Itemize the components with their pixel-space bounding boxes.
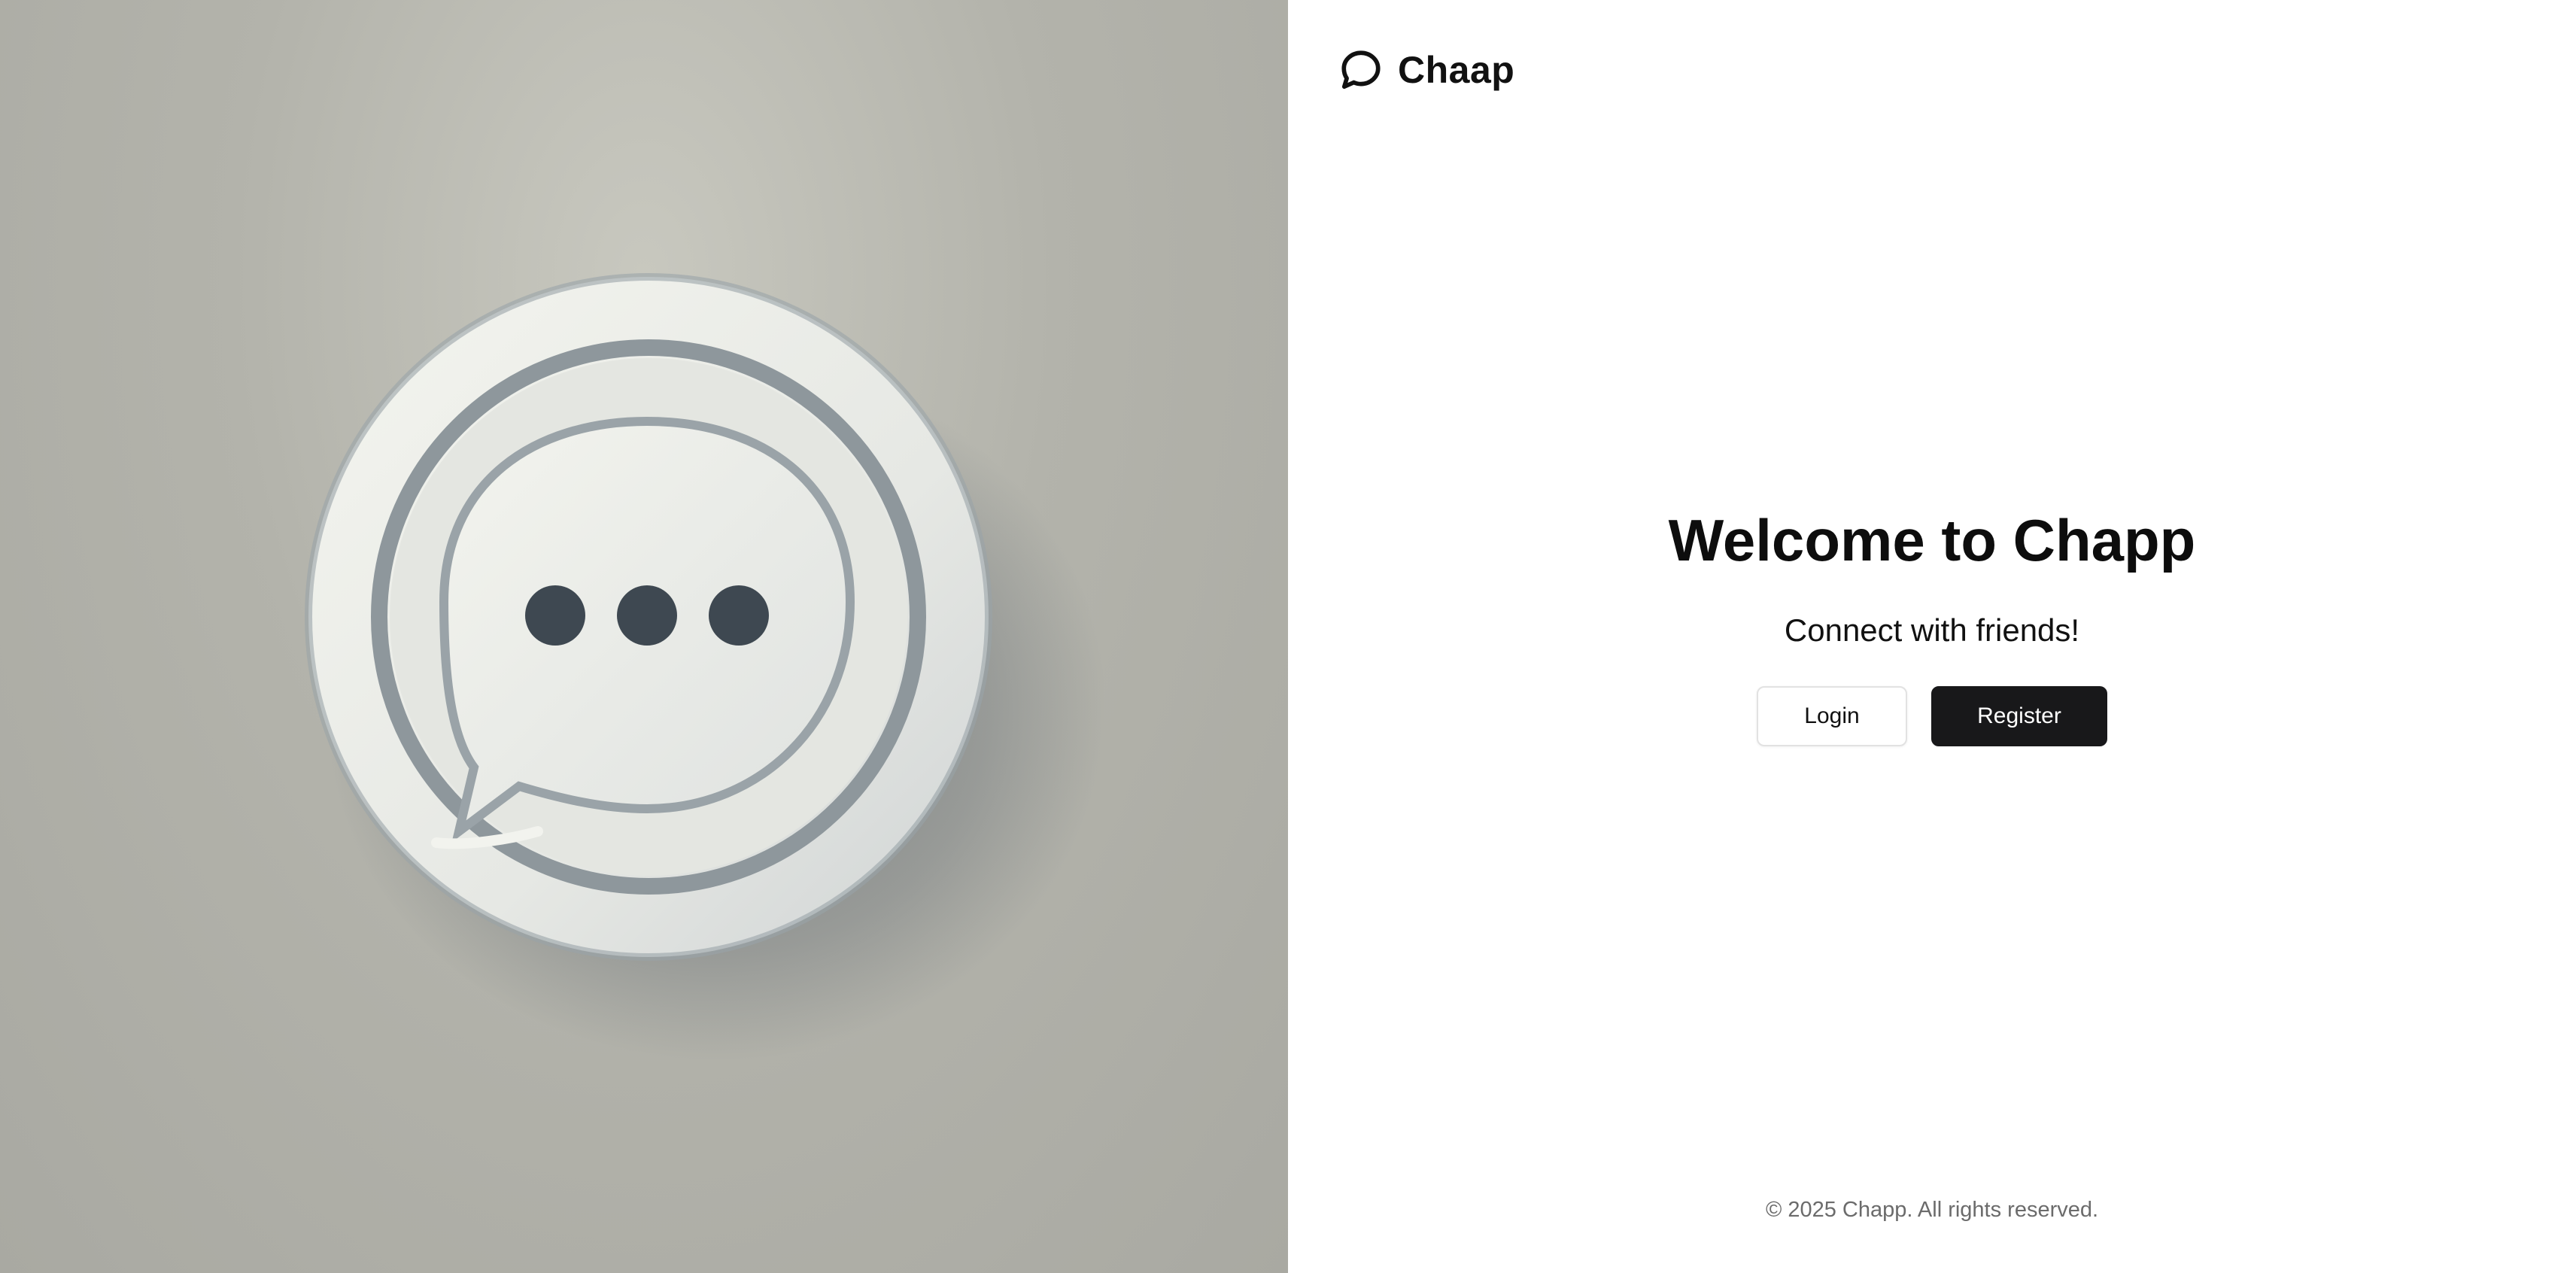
- page-title: Welcome to Chapp: [1668, 507, 2196, 573]
- hero-panel: [0, 0, 1288, 1273]
- welcome-section: Welcome to Chapp Connect with friends! L…: [1288, 507, 2576, 746]
- chat-bubble-logo-icon: [305, 273, 1106, 1061]
- brand-name: Chaap: [1398, 49, 1515, 91]
- landing-page: Chaap Welcome to Chapp Connect with frie…: [0, 0, 2576, 1273]
- content-panel: Chaap Welcome to Chapp Connect with frie…: [1288, 0, 2576, 1273]
- auth-actions: Login Register: [1757, 685, 2107, 746]
- footer-copyright: © 2025 Chapp. All rights reserved.: [1765, 1198, 2099, 1222]
- page-subtitle: Connect with friends!: [1784, 612, 2080, 648]
- brand[interactable]: Chaap: [1338, 47, 1514, 93]
- login-button[interactable]: Login: [1757, 685, 1907, 746]
- register-button[interactable]: Register: [1931, 685, 2107, 746]
- chat-bubble-icon: [1341, 50, 1381, 90]
